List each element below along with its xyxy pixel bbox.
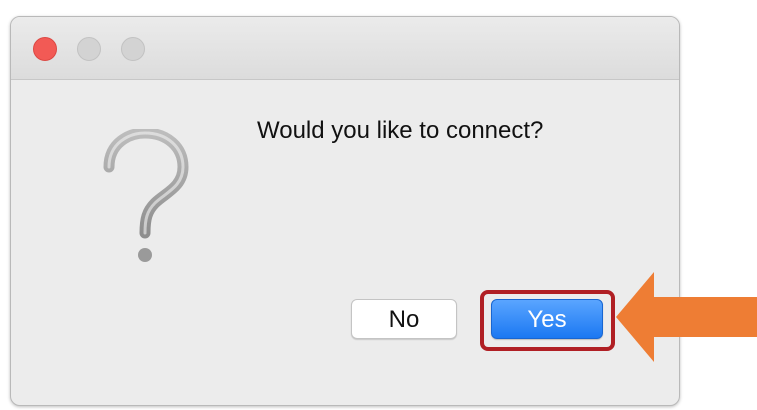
no-button[interactable]: No: [351, 299, 457, 339]
connect-dialog: Would you like to connect? No Yes: [10, 16, 680, 406]
question-mark-icon: [103, 129, 189, 262]
title-bar: [11, 17, 679, 80]
zoom-window-button[interactable]: [121, 37, 145, 61]
minimize-window-button[interactable]: [77, 37, 101, 61]
close-window-button[interactable]: [33, 37, 57, 61]
yes-button[interactable]: Yes: [491, 299, 603, 339]
pointer-arrow-icon: [616, 272, 757, 362]
dialog-message: Would you like to connect?: [257, 117, 544, 144]
